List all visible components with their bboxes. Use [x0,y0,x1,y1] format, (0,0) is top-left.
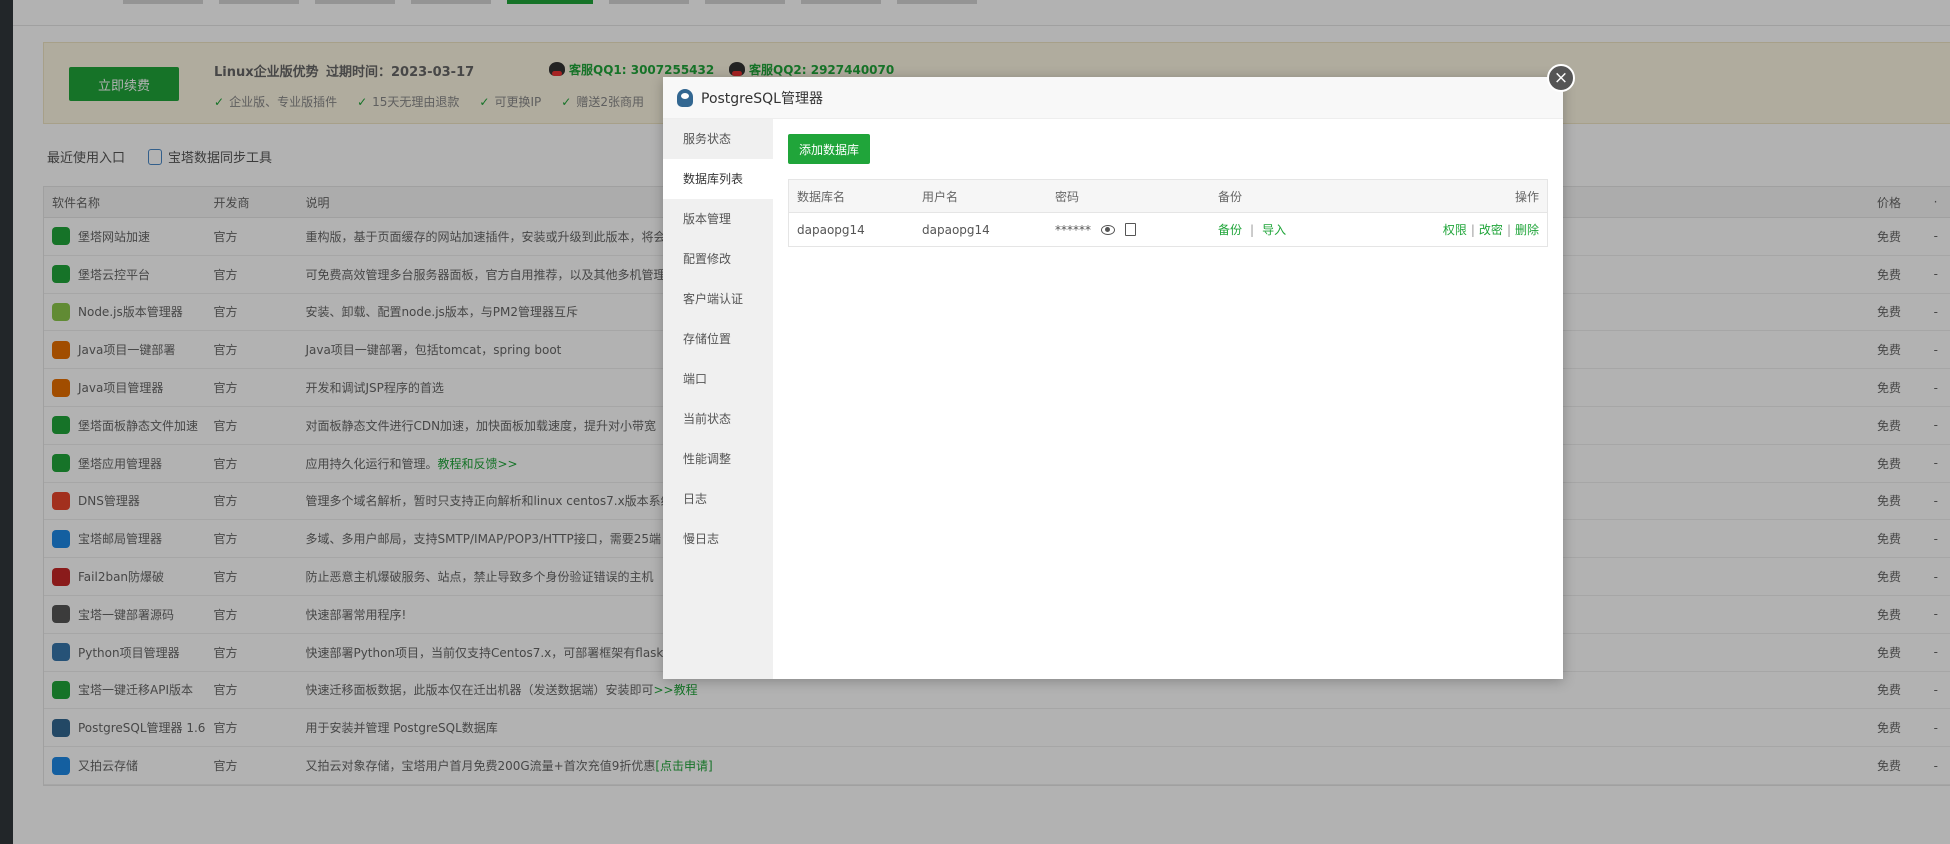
database-row: dapaopg14 dapaopg14 ****** 备份 | 导入 权限 | 改密 | 删… [789,213,1547,246]
menu-item[interactable]: 性能调整 [663,439,773,479]
db-backup-cell: 备份 | 导入 [1218,221,1418,238]
delete-link[interactable]: 删除 [1515,223,1539,237]
eye-icon[interactable] [1101,224,1115,235]
database-table: 数据库名 用户名 密码 备份 操作 dapaopg14 dapaopg14 **… [788,179,1548,247]
db-password-cell: ****** [1055,223,1218,237]
database-table-header: 数据库名 用户名 密码 备份 操作 [789,180,1547,213]
menu-item[interactable]: 配置修改 [663,239,773,279]
menu-item[interactable]: 存储位置 [663,319,773,359]
change-password-link[interactable]: 改密 [1479,223,1503,237]
dialog-header: PostgreSQL管理器 [663,77,1563,119]
menu-item[interactable]: 慢日志 [663,519,773,559]
col-backup: 备份 [1218,189,1243,204]
menu-item[interactable]: 当前状态 [663,399,773,439]
db-ops-cell: 权限 | 改密 | 删除 [1443,221,1539,238]
menu-item[interactable]: 日志 [663,479,773,519]
col-ops: 操作 [1514,189,1539,204]
db-name: dapaopg14 [797,222,865,237]
db-username: dapaopg14 [922,222,990,237]
postgresql-manager-dialog: PostgreSQL管理器 服务状态 数据库列表 版本管理 配置修改 客户端认证 存储位置… [663,77,1563,679]
menu-item[interactable]: 数据库列表 [663,159,773,199]
import-link[interactable]: 导入 [1262,223,1286,237]
col-db-name: 数据库名 [797,189,846,204]
menu-item[interactable]: 服务状态 [663,119,773,159]
separator: | [1506,223,1511,237]
col-username: 用户名 [922,189,959,204]
separator: | [1470,223,1475,237]
col-password: 密码 [1055,189,1080,204]
backup-link[interactable]: 备份 [1218,223,1242,237]
close-dialog-button[interactable]: × [1547,64,1575,92]
add-database-button[interactable]: 添加数据库 [788,134,870,164]
menu-item[interactable]: 端口 [663,359,773,399]
copy-icon[interactable] [1125,223,1136,236]
permission-link[interactable]: 权限 [1443,223,1467,237]
menu-item[interactable]: 版本管理 [663,199,773,239]
separator: | [1250,223,1255,237]
postgresql-icon [677,88,693,107]
db-password: ****** [1055,222,1091,237]
menu-item[interactable]: 客户端认证 [663,279,773,319]
dialog-sidebar: 服务状态 数据库列表 版本管理 配置修改 客户端认证 存储位置 端口 当前状态 性能调整 日志 慢日… [663,119,773,679]
dialog-title: PostgreSQL管理器 [701,90,823,107]
